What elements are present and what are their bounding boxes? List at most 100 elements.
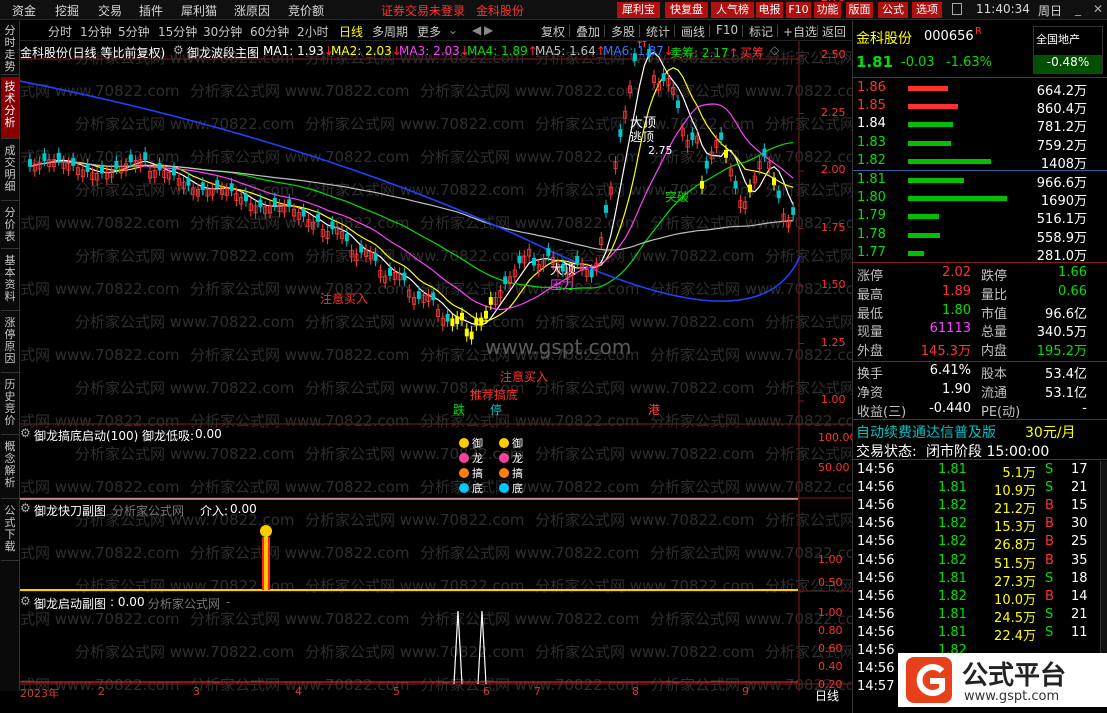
stat-value: 1.89 <box>942 283 971 299</box>
period-30min[interactable]: 30分钟 <box>203 23 242 40</box>
menu-item-xilimao[interactable]: 犀利猫 <box>181 2 217 19</box>
menu-item-plugins[interactable]: 插件 <box>139 2 163 19</box>
arrow-left-icon[interactable]: ◀ <box>472 23 481 37</box>
period-multi[interactable]: 多周期 <box>372 23 408 40</box>
menu-item-auction[interactable]: 竞价额 <box>288 2 324 19</box>
menu-item-trade[interactable]: 交易 <box>98 2 122 19</box>
telegraph-button[interactable]: 电报 <box>756 2 783 18</box>
indicator-name[interactable]: 御龙波段主图 <box>187 44 259 61</box>
watermark-text: 分析家公式网 www.70822.com <box>305 577 525 595</box>
ma2-readout: MA2: 2.03↓ <box>331 44 402 58</box>
tab-basic-info[interactable]: 基本资料 <box>1 251 19 311</box>
multi-stock-button[interactable]: 多股 <box>611 23 635 40</box>
indicator-settings-icon[interactable]: ⚙ <box>173 43 184 57</box>
tick-count: 11 <box>1071 624 1088 640</box>
minimize-icon[interactable]: _ <box>1075 2 1081 16</box>
candle-body <box>387 268 392 276</box>
ask-level-row[interactable]: 1.83 759.2万 <box>853 135 1107 154</box>
period-15min[interactable]: 15分钟 <box>158 23 197 40</box>
ask-level-row[interactable]: 1.82 1408万 <box>853 153 1107 172</box>
arrow-right-icon[interactable]: ▶ <box>484 23 493 37</box>
restore-rights-button[interactable]: 复权 <box>541 23 565 40</box>
candle-body <box>71 158 76 166</box>
period-label[interactable]: 日线 <box>815 687 839 704</box>
period-1min[interactable]: 1分钟 <box>80 23 112 40</box>
bid-level-row[interactable]: 1.78 558.9万 <box>853 227 1107 246</box>
ask-volume: 759.2万 <box>1036 138 1087 154</box>
statistics-button[interactable]: 统计 <box>646 23 670 40</box>
period-2hour[interactable]: 2小时 <box>297 23 329 40</box>
menu-item-limit-reason[interactable]: 涨原因 <box>234 2 270 19</box>
menu-item-funds[interactable]: 资金 <box>12 2 36 19</box>
candle-body <box>85 164 90 173</box>
tab-formula-download[interactable]: 公式下载 <box>1 501 19 561</box>
sub1-title[interactable]: 御龙搞底启动(100) <box>34 427 138 444</box>
sub2-value: 0.00 <box>230 502 257 516</box>
formula-button[interactable]: 公式 <box>878 2 908 18</box>
watermark-text: 分析家公式网 www.70822.com <box>305 313 525 331</box>
chevron-down-icon[interactable]: ⌄ <box>448 23 458 37</box>
close-icon[interactable]: ✕ <box>1093 2 1103 16</box>
f10-button[interactable]: F10 <box>786 2 811 18</box>
kline-chart-area[interactable]: 分析家公式网 www.70822.com 分析家公式网 www.70822.com… <box>20 0 852 691</box>
popularity-button[interactable]: 人气榜 <box>711 2 754 18</box>
sub3-settings-icon[interactable]: ⚙ <box>20 594 31 608</box>
tab-history-auction[interactable]: 历史竞价 <box>1 375 19 435</box>
tick-time: 14:56 <box>857 552 895 568</box>
ma6-readout: MA6: 1.87↓ <box>603 44 674 58</box>
tab-timeshare[interactable]: 分时走势 <box>1 23 19 75</box>
period-60min[interactable]: 60分钟 <box>250 23 289 40</box>
sub1-settings-icon[interactable]: ⚙ <box>20 426 31 440</box>
tab-technical-analysis[interactable]: 技术分析 <box>1 77 19 139</box>
overlay-button[interactable]: 叠加 <box>576 23 600 40</box>
tab-price-table[interactable]: 分价表 <box>1 203 19 249</box>
function-button[interactable]: 功能 <box>814 2 841 18</box>
bid-level-row[interactable]: 1.79 516.1万 <box>853 208 1107 227</box>
watermark-text: 分析家公式网 www.70822.com <box>75 313 295 331</box>
stat-label: 总量 <box>981 325 1008 341</box>
quick-review-button[interactable]: 快复盘 <box>665 2 708 18</box>
menu-bar: 资金 挖掘 交易 插件 犀利猫 涨原因 竞价额 证券交易未登录 金科股份 犀利宝… <box>0 0 1107 20</box>
period-timeshare[interactable]: 分时 <box>48 23 72 40</box>
ask-level-row[interactable]: 1.86 664.2万 <box>853 80 1107 99</box>
sub2-title[interactable]: 御龙快刀副图 <box>34 502 106 519</box>
y-tick-label: 2.75 <box>821 0 846 4</box>
tick-row: 14:56 1.82 26.8万 B 25 <box>853 534 1107 553</box>
back-button[interactable]: 返回 <box>822 23 846 40</box>
bid-level-row[interactable]: 1.80 1690万 <box>853 190 1107 209</box>
options-button[interactable]: 选项 <box>912 2 942 18</box>
sub3-title[interactable]: 御龙启动副图 <box>34 595 106 612</box>
menu-stock-name: 金科股份 <box>476 4 525 18</box>
sub2-settings-icon[interactable]: ⚙ <box>20 501 31 515</box>
period-5min[interactable]: 5分钟 <box>118 23 150 40</box>
period-daily[interactable]: 日线 <box>339 23 363 40</box>
tab-trade-detail[interactable]: 成交明细 <box>1 141 19 201</box>
menu-item-mining[interactable]: 挖掘 <box>55 2 79 19</box>
layout-button[interactable]: 版面 <box>846 2 873 18</box>
date-label-aug: 8 <box>632 685 639 698</box>
mark-button[interactable]: 标记 <box>749 23 773 40</box>
bid-level-row[interactable]: 1.81 966.6万 <box>853 172 1107 191</box>
watermark-text: 分析家公式网 www.70822.com <box>305 445 525 463</box>
period-more[interactable]: 更多 <box>417 23 441 40</box>
promo-text[interactable]: 自动续费通达信普及版 <box>856 422 996 442</box>
bid-volume-bar <box>908 250 925 256</box>
f10-toolbar-button[interactable]: F10 <box>716 23 738 37</box>
sector-box[interactable]: 全国地产 -0.48% <box>1033 26 1103 74</box>
watermark-text: 分析家公式网 www.70822.com <box>20 544 180 562</box>
watermark-text: 分析家公式网 www.70822.com <box>420 478 640 496</box>
xilibao-button[interactable]: 犀利宝 <box>617 2 660 18</box>
bell-icon[interactable] <box>952 3 962 15</box>
login-notice[interactable]: 证券交易未登录 <box>381 2 465 19</box>
bid-level-row[interactable]: 1.77 281.0万 <box>853 245 1107 264</box>
add-watchlist-button[interactable]: +自选 <box>783 23 817 40</box>
candle-body <box>272 197 277 206</box>
tab-limit-reason[interactable]: 涨停原因 <box>1 313 19 373</box>
tick-time: 14:56 <box>857 643 895 658</box>
draw-line-button[interactable]: 画线 <box>681 23 705 40</box>
tab-concept-analysis[interactable]: 概念解析 <box>1 437 19 499</box>
tick-time: 14:56 <box>857 498 895 514</box>
ask-level-row[interactable]: 1.84 781.2万 <box>853 116 1107 135</box>
promo-price[interactable]: 30元/月 <box>1025 422 1076 442</box>
ask-level-row[interactable]: 1.85 860.4万 <box>853 98 1107 117</box>
